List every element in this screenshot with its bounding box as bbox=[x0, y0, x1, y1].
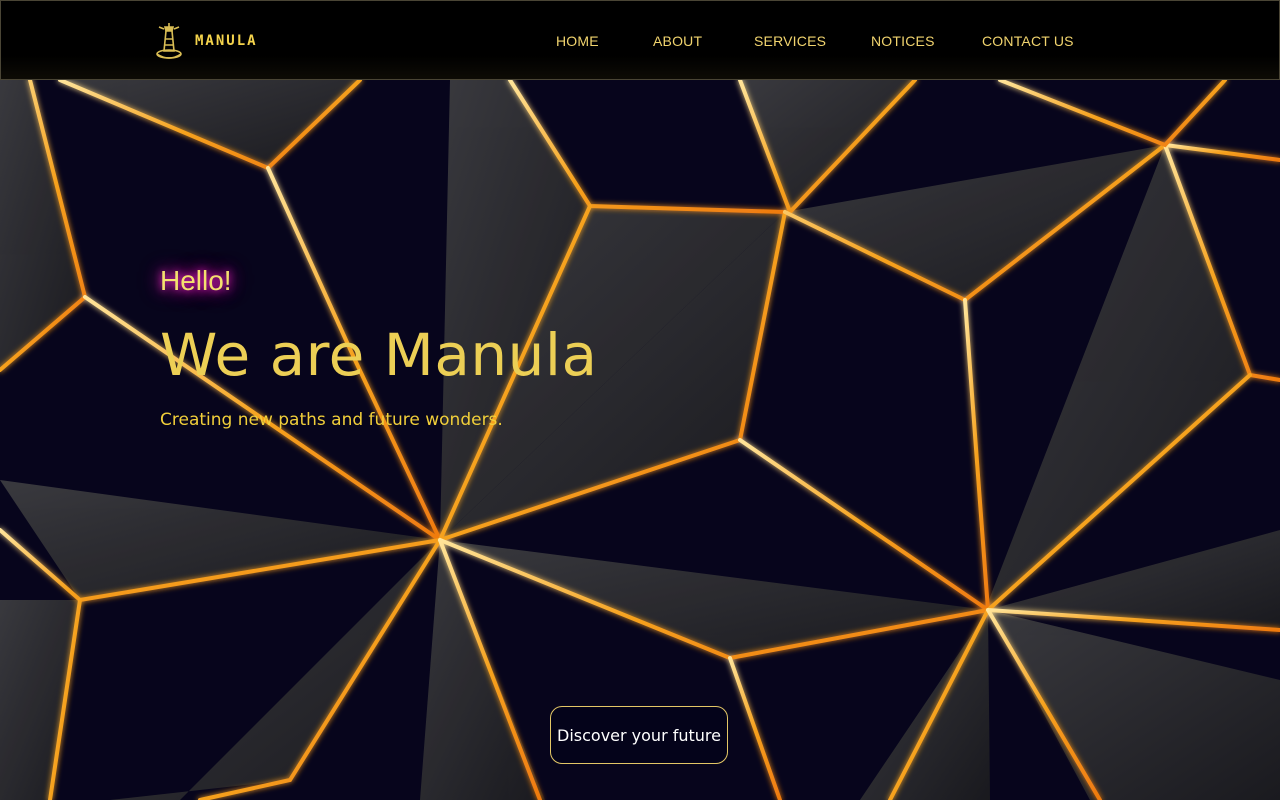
hero-background bbox=[0, 0, 1280, 800]
main-nav: HOME ABOUT SERVICES NOTICES CONTACT US bbox=[1, 1, 1280, 81]
page: MANULA HOME ABOUT SERVICES NOTICES CONTA… bbox=[0, 0, 1280, 800]
navbar: MANULA HOME ABOUT SERVICES NOTICES CONTA… bbox=[0, 0, 1280, 80]
nav-notices-link[interactable]: NOTICES bbox=[871, 32, 935, 50]
nav-home-link[interactable]: HOME bbox=[556, 32, 599, 50]
nav-services-link[interactable]: SERVICES bbox=[754, 32, 826, 50]
nav-contact-link[interactable]: CONTACT US bbox=[982, 32, 1074, 50]
hero-headline: We are Manula bbox=[160, 321, 598, 389]
discover-future-button[interactable]: Discover your future bbox=[550, 706, 728, 764]
hero-tagline: Creating new paths and future wonders. bbox=[160, 410, 503, 430]
nav-about-link[interactable]: ABOUT bbox=[653, 32, 702, 50]
hero-greeting: Hello! bbox=[160, 265, 232, 296]
